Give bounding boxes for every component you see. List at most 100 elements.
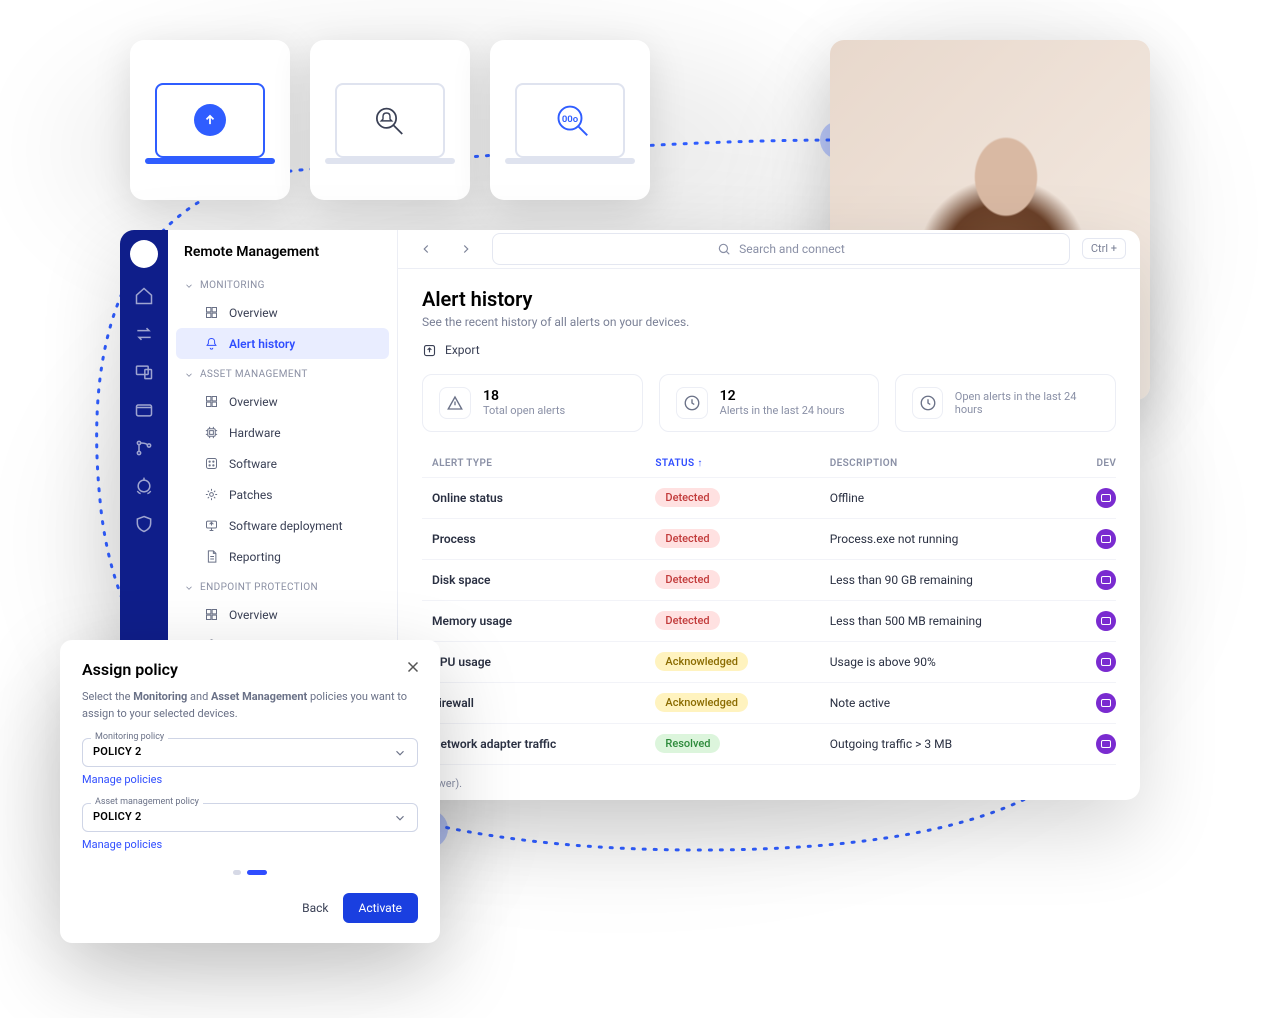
table-row[interactable]: Network adapter trafficResolvedOutgoing … [422,723,1116,764]
nav-forward-button[interactable] [452,235,480,263]
step-indicator [82,870,418,875]
rail-devices-icon[interactable] [134,362,154,382]
activate-button[interactable]: Activate [343,893,419,923]
assign-policy-modal: Assign policy Select the Monitoring and … [60,640,440,943]
search-alerts-icon [335,83,445,158]
device-icon [1096,611,1116,631]
footnote: Viewer). [398,767,1140,800]
device-icon [1096,570,1116,590]
feature-card-upload [130,40,290,200]
sidebar-item-patches[interactable]: Patches [176,479,389,510]
col-header[interactable]: STATUS ↑ [645,450,819,478]
page-title: Alert history [422,287,1116,311]
table-row[interactable]: Disk spaceDetectedLess than 90 GB remain… [422,559,1116,600]
close-icon[interactable] [404,658,422,676]
policy-select[interactable]: Monitoring policyPOLICY 2 [82,738,418,767]
stats-row: 18Total open alerts 12Alerts in the last … [422,374,1116,432]
device-icon [1096,488,1116,508]
sidebar-item-hardware[interactable]: Hardware [176,417,389,448]
clock-icon [676,387,708,419]
sidebar-item-overview[interactable]: Overview [176,297,389,328]
main-pane: Search and connect Ctrl + Alert history … [398,230,1140,800]
status-badge: Acknowledged [655,652,748,671]
sidebar-item-software-deployment[interactable]: Software deployment [176,510,389,541]
nav-back-button[interactable] [412,235,440,263]
chevron-down-icon [184,281,194,291]
device-icon [1096,652,1116,672]
table-row[interactable]: ProcessDetectedProcess.exe not runningCL… [422,518,1116,559]
chevron-down-icon [393,746,407,760]
col-header[interactable]: DESCRIPTION [820,450,1087,478]
status-badge: Detected [655,570,719,589]
sidebar-item-overview[interactable]: Overview [176,599,389,630]
modal-description: Select the Monitoring and Asset Manageme… [82,689,418,722]
sidebar-group-header[interactable]: ASSET MANAGEMENT [168,359,397,386]
sidebar-group-header[interactable]: MONITORING [168,270,397,297]
stat-card: 18Total open alerts [422,374,643,432]
status-badge: Detected [655,529,719,548]
svg-text:00o: 00o [562,114,579,125]
table-row[interactable]: Memory usageDetectedLess than 500 MB rem… [422,600,1116,641]
device-icon [1096,693,1116,713]
chevron-down-icon [184,583,194,593]
page-subtitle: See the recent history of all alerts on … [422,315,1116,329]
dashboard-icon [204,607,219,622]
status-badge: Acknowledged [655,693,748,712]
search-icon [717,242,731,256]
dashboard-icon [204,305,219,320]
rail-home-icon[interactable] [134,286,154,306]
alert-triangle-icon [439,387,471,419]
metrics-icon: 00o [515,83,625,158]
stat-card: 12Alerts in the last 24 hours [659,374,880,432]
bell-icon [204,336,219,351]
col-header[interactable]: DEVICE [1086,450,1116,478]
device-icon [1096,529,1116,549]
back-button[interactable]: Back [302,901,328,915]
sidebar-item-overview[interactable]: Overview [176,386,389,417]
search-placeholder: Search and connect [739,242,845,256]
search-input[interactable]: Search and connect [492,233,1070,265]
rail-branch-icon[interactable] [134,438,154,458]
table-row[interactable]: FirewallResolvedOfflineCLW-CSAT-LT072 ho… [422,764,1116,767]
patch-icon [204,487,219,502]
chevron-down-icon [184,370,194,380]
app-icon [204,456,219,471]
manage-policies-link[interactable]: Manage policies [82,838,162,851]
col-header[interactable]: ALERT TYPE [422,450,645,478]
status-badge: Detected [655,611,719,630]
rail-folder-icon[interactable] [134,400,154,420]
app-logo[interactable] [130,240,158,268]
sidebar-group-header[interactable]: ENDPOINT PROTECTION [168,572,397,599]
export-icon [422,343,437,358]
device-icon [1096,734,1116,754]
report-icon [204,549,219,564]
manage-policies-link[interactable]: Manage policies [82,773,162,786]
laptop-upload-icon [155,83,265,158]
export-button[interactable]: Export [422,343,1116,358]
feature-card-metrics: 00o [490,40,650,200]
feature-card-alerts [310,40,470,200]
sidebar-item-alert-history[interactable]: Alert history [176,328,389,359]
dashboard-icon [204,394,219,409]
clock-icon [912,387,942,419]
sidebar-title: Remote Management [168,244,397,270]
modal-title: Assign policy [82,660,418,679]
content: Alert history See the recent history of … [398,269,1140,767]
rail-transfer-icon[interactable] [134,324,154,344]
deploy-icon [204,518,219,533]
cpu-icon [204,425,219,440]
alerts-table[interactable]: ALERT TYPESTATUS ↑DESCRIPTIONDEVICEDURAT… [422,450,1116,767]
sidebar-item-software[interactable]: Software [176,448,389,479]
rail-support-icon[interactable] [134,476,154,496]
table-row[interactable]: CPU usageAcknowledgedUsage is above 90%M… [422,641,1116,682]
rail-shield-icon[interactable] [134,514,154,534]
table-row[interactable]: Online statusDetectedOfflineDEVNBKBRE104… [422,477,1116,518]
stat-card: Open alerts in the last 24 hours [895,374,1116,432]
status-badge: Resolved [655,734,720,753]
chevron-down-icon [393,811,407,825]
topbar: Search and connect Ctrl + [398,230,1140,269]
sidebar-item-reporting[interactable]: Reporting [176,541,389,572]
policy-select[interactable]: Asset management policyPOLICY 2 [82,803,418,832]
search-shortcut: Ctrl + [1082,238,1126,259]
table-row[interactable]: FirewallAcknowledgedNote activeCLW-CSAT-… [422,682,1116,723]
